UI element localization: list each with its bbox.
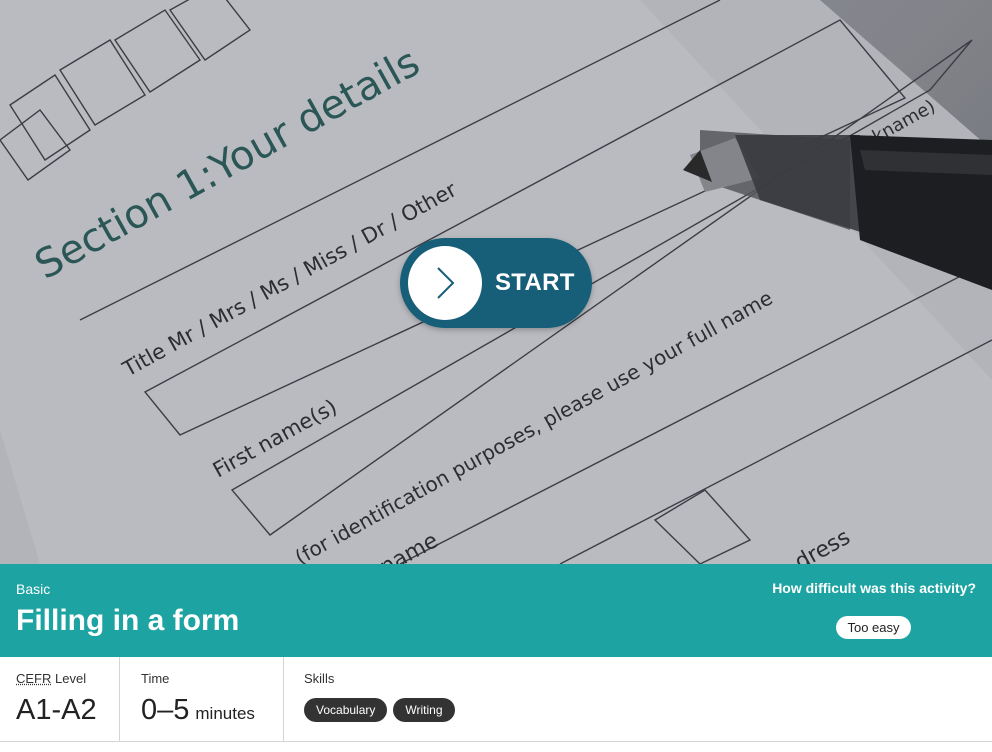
chevron-right-icon (437, 267, 455, 299)
cefr-label: CEFR Level (16, 671, 86, 686)
time-label: Time (141, 671, 170, 686)
cefr-abbr: CEFR (16, 671, 52, 686)
difficulty-question: How difficult was this activity? (772, 580, 976, 596)
time-unit: minutes (195, 704, 255, 723)
skills-column: Skills Vocabulary Writing (283, 657, 992, 741)
skill-tag-writing[interactable]: Writing (393, 698, 455, 722)
time-column: Time 0–5 minutes (119, 657, 284, 741)
activity-details: CEFR Level A1-A2 Time 0–5 minutes Skills … (0, 657, 992, 742)
hero-image: Section 1:Your details Title Mr / Mrs / … (0, 0, 992, 564)
cefr-column: CEFR Level A1-A2 (0, 657, 119, 741)
cefr-label-suffix: Level (51, 671, 87, 686)
activity-header: Basic Filling in a form How difficult wa… (0, 564, 992, 657)
start-button[interactable]: START (400, 238, 592, 328)
time-value: 0–5 (141, 694, 190, 726)
start-label: START (495, 269, 575, 296)
start-circle (408, 246, 482, 320)
time-value-wrap: 0–5 minutes (141, 694, 255, 727)
cefr-value: A1-A2 (16, 694, 97, 726)
activity-level: Basic (16, 581, 51, 597)
skills-tags: Vocabulary Writing (304, 698, 455, 722)
activity-title: Filling in a form (16, 604, 240, 637)
too-easy-button[interactable]: Too easy (836, 616, 911, 639)
skill-tag-vocabulary[interactable]: Vocabulary (304, 698, 388, 722)
skills-label: Skills (304, 671, 335, 686)
